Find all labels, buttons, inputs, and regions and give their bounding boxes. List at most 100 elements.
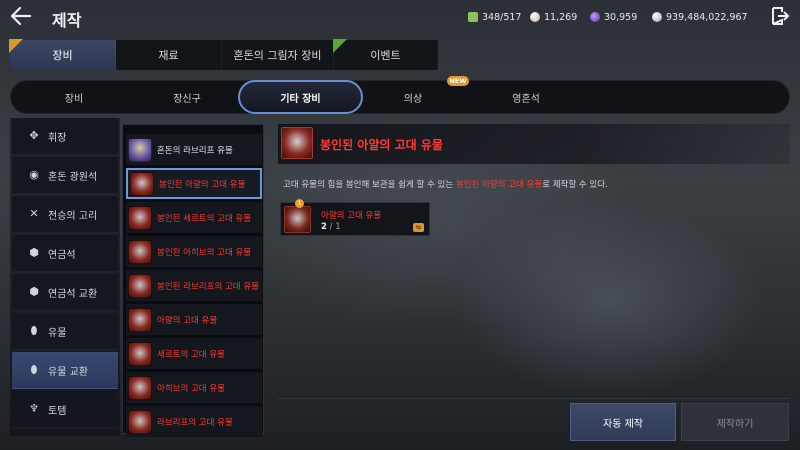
category-chaos-stone[interactable]: ◉ 혼돈 광원석	[12, 157, 118, 194]
ring-icon: ✕	[29, 207, 39, 220]
silver-icon	[530, 12, 540, 22]
category-alchemy-stone[interactable]: ⬢ 연금석	[12, 235, 118, 272]
relic-item-icon	[128, 409, 152, 434]
tab-label: 이벤트	[370, 49, 401, 62]
category-emblem[interactable]: ✥ 휘장	[12, 118, 118, 155]
currency-dark-energy: 30,959	[590, 9, 637, 25]
exit-icon[interactable]	[770, 6, 790, 26]
category-relic[interactable]: ⬮ 유물	[12, 313, 118, 350]
relic-item-label: 봉인된 아히브의 고대 유물	[157, 247, 252, 258]
relic-item[interactable]: 봉인된 아얄의 고대 유물	[126, 168, 262, 199]
shortcut-icon[interactable]: ⇆	[413, 223, 424, 232]
relic-item[interactable]: 혼돈의 라브리프 유물	[126, 134, 262, 165]
currency-value: 939,484,022,967	[666, 11, 748, 23]
category-relic-exchange[interactable]: ⬮ 유물 교환	[12, 352, 118, 389]
subtab-label: 의상	[403, 93, 423, 105]
currency-coin: 939,484,022,967	[652, 9, 748, 25]
sealed-relic-icon	[281, 127, 313, 159]
subtab-label: 장신구	[173, 93, 201, 105]
relic-item-icon	[128, 239, 152, 264]
relic-item-label: 봉인된 라브리프의 고대 유물	[157, 281, 259, 292]
relic-item-label: 아히브의 고대 유물	[157, 383, 225, 394]
relic-item-icon	[128, 307, 152, 332]
material-separator: /	[326, 222, 336, 232]
coin-icon	[652, 12, 662, 22]
detail-description: 고대 유물의 힘을 봉인해 보관을 쉽게 할 수 있는 봉인된 아얄의 고대 유…	[283, 178, 608, 190]
main-tab-bar: 장비 재료 혼돈의 그림자 장비 이벤트	[9, 39, 438, 70]
back-arrow-icon[interactable]	[10, 6, 34, 28]
stamina-icon	[468, 12, 478, 22]
currency-value: 348/517	[482, 11, 522, 23]
category-label: 유물	[48, 327, 67, 339]
top-bar: 제작 348/517 11,269 30,959 939,484,022,967	[0, 0, 800, 34]
desc-text: 고대 유물의 힘을 봉인해 보관을 쉽게 할 수 있는	[283, 180, 456, 190]
corner-badge-icon	[9, 39, 23, 53]
tab-label: 재료	[158, 49, 179, 62]
relic-item[interactable]: 봉인된 라브리프의 고대 유물	[126, 270, 262, 301]
relic-item[interactable]: 세르트의 고대 유물	[126, 338, 262, 369]
subtab-costume[interactable]: 의상	[363, 81, 463, 113]
totem-icon: ♆	[29, 402, 39, 415]
relic-item-label: 아얄의 고대 유물	[157, 315, 218, 326]
sub-tab-bar: 장비 장신구 기타 장비 의상 영혼석	[10, 80, 790, 114]
tab-label: 혼돈의 그림자 장비	[233, 49, 322, 62]
category-alchemy-exchange[interactable]: ⬢ 연금석 교환	[12, 274, 118, 311]
tab-equipment[interactable]: 장비	[9, 39, 116, 70]
dark-energy-icon	[590, 12, 600, 22]
subtab-label: 영혼석	[512, 93, 540, 105]
divider	[278, 398, 790, 399]
page-title: 제작	[52, 11, 82, 30]
subtab-soulstone[interactable]: 영혼석	[463, 81, 589, 113]
tab-chaos-shadow-equipment[interactable]: 혼돈의 그림자 장비	[222, 40, 334, 70]
relic-item-icon	[130, 171, 154, 196]
category-totem[interactable]: ♆ 토템	[12, 391, 118, 428]
relic-item[interactable]: 아얄의 고대 유물	[126, 304, 262, 335]
relic-item-label: 혼돈의 라브리프 유물	[157, 145, 233, 156]
tab-materials[interactable]: 재료	[116, 40, 222, 70]
alchemy-stone-icon: ⬢	[29, 246, 39, 259]
currency-stamina: 348/517	[468, 9, 521, 25]
subtab-other-equipment[interactable]: 기타 장비	[238, 80, 363, 114]
emblem-icon: ✥	[29, 129, 39, 142]
relic-item[interactable]: 봉인된 아히브의 고대 유물	[126, 236, 262, 267]
craft-button[interactable]: 제작하기	[681, 403, 789, 441]
currency-value: 30,959	[604, 11, 638, 23]
relic-item-icon	[128, 341, 152, 366]
alert-icon: !	[295, 199, 304, 208]
relic-item-label: 봉인된 아얄의 고대 유물	[159, 179, 246, 190]
material-slot[interactable]: ! 아얄의 고대 유물 2 / 1 ⇆	[280, 199, 430, 236]
relic-item[interactable]: 봉인된 세르트의 고대 유물	[126, 202, 262, 233]
material-count: 2 / 1	[321, 222, 341, 232]
subtab-accessories[interactable]: 장신구	[137, 81, 237, 113]
material-required: 1	[335, 222, 341, 232]
category-label: 전승의 고리	[48, 210, 98, 222]
tab-label: 장비	[52, 49, 73, 62]
desc-highlight: 봉인된 아얄의 고대 유물	[455, 180, 543, 190]
category-list: ✥ 휘장 ◉ 혼돈 광원석 ✕ 전승의 고리 ⬢ 연금석 ⬢ 연금석 교환 ⬮ …	[10, 118, 120, 436]
currency-silver: 11,269	[530, 9, 577, 25]
category-label: 유물 교환	[48, 366, 88, 378]
auto-craft-button[interactable]: 자동 제작	[570, 403, 676, 441]
currency-value: 11,269	[544, 11, 578, 23]
relic-item[interactable]: 아히브의 고대 유물	[126, 372, 262, 403]
new-badge: NEW	[447, 76, 469, 86]
category-label: 연금석 교환	[48, 288, 98, 300]
relic-exchange-icon: ⬮	[30, 363, 38, 376]
category-label: 연금석	[48, 249, 76, 261]
category-legacy-ring[interactable]: ✕ 전승의 고리	[12, 196, 118, 233]
relic-item-icon	[128, 137, 152, 162]
alchemy-exchange-icon: ⬢	[29, 285, 39, 298]
subtab-equipment[interactable]: 장비	[11, 81, 137, 113]
relic-item-label: 세르트의 고대 유물	[157, 349, 225, 360]
chaos-stone-icon: ◉	[29, 168, 39, 181]
relic-item-label: 봉인된 세르트의 고대 유물	[157, 213, 252, 224]
relic-item[interactable]: 라브리프의 고대 유물	[126, 406, 262, 437]
desc-text: 로 제작할 수 있다.	[542, 180, 608, 190]
relic-item-icon	[128, 375, 152, 400]
relic-item-icon	[128, 273, 152, 298]
tab-event[interactable]: 이벤트	[333, 39, 438, 70]
category-label: 토템	[48, 405, 67, 417]
category-label: 휘장	[48, 132, 67, 144]
subtab-label: 장비	[64, 93, 84, 105]
detail-header: 봉인된 아얄의 고대 유물	[278, 124, 790, 164]
